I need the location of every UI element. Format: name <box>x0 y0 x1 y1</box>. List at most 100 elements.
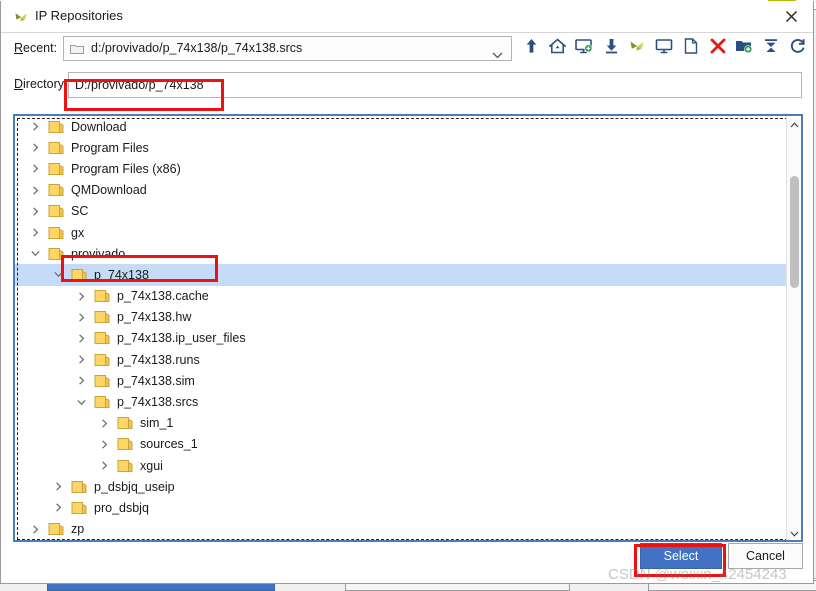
tree-vertical-scrollbar[interactable] <box>786 116 801 540</box>
chevron-right-icon[interactable] <box>29 120 42 133</box>
chevron-down-icon[interactable] <box>29 247 42 260</box>
folder-icon <box>71 501 88 515</box>
home-directory-button[interactable] <box>545 36 569 61</box>
parent-directory-button[interactable] <box>519 36 543 61</box>
current-directory-button[interactable] <box>572 36 596 61</box>
chevron-down-icon[interactable] <box>52 268 65 281</box>
folder-icon <box>117 416 134 430</box>
tree-item[interactable]: gx <box>15 222 787 243</box>
tree-item[interactable]: QMDownload <box>15 180 787 201</box>
new-folder-button[interactable] <box>732 36 756 61</box>
tree-item[interactable]: Program Files (x86) <box>15 158 787 179</box>
scrollbar-thumb[interactable] <box>790 176 799 288</box>
chevron-right-icon[interactable] <box>98 417 111 430</box>
tree-item[interactable]: p_74x138.cache <box>15 286 787 307</box>
recent-value: d:/provivado/p_74x138/p_74x138.srcs <box>91 41 303 55</box>
tree-item[interactable]: p_74x138.runs <box>15 349 787 370</box>
tree-item-label: Program Files (x86) <box>71 161 181 176</box>
tree-item-label: pro_dsbjq <box>94 500 149 515</box>
folder-icon <box>71 480 88 494</box>
chevron-right-icon[interactable] <box>29 162 42 175</box>
chevron-right-icon[interactable] <box>75 332 88 345</box>
folder-icon <box>48 522 65 536</box>
chevron-right-icon[interactable] <box>29 523 42 536</box>
chevron-right-icon[interactable] <box>52 480 65 493</box>
chevron-right-icon[interactable] <box>98 459 111 472</box>
directory-label: Directory: <box>14 77 68 91</box>
chevron-down-icon[interactable] <box>75 396 88 409</box>
tree-item[interactable]: sources_1 <box>15 434 787 455</box>
directory-input[interactable] <box>68 72 802 98</box>
recent-combobox[interactable]: d:/provivado/p_74x138/p_74x138.srcs <box>63 36 512 61</box>
tree-item[interactable]: zp <box>15 519 787 540</box>
tree-item-label: Program Files <box>71 140 149 155</box>
chevron-right-icon[interactable] <box>98 438 111 451</box>
chevron-down-icon[interactable] <box>492 46 503 64</box>
ip-repositories-dialog: IP Repositories Recent: d:/provivado/p_7… <box>0 1 814 584</box>
tree-item[interactable]: provivado <box>15 243 787 264</box>
chevron-right-icon[interactable] <box>75 311 88 324</box>
chevron-right-icon[interactable] <box>29 141 42 154</box>
folder-icon <box>48 204 65 218</box>
chevron-right-icon[interactable] <box>75 353 88 366</box>
dialog-title: IP Repositories <box>35 8 123 23</box>
new-file-button[interactable] <box>679 36 703 61</box>
chevron-up-icon <box>790 116 799 133</box>
directory-row: Directory: <box>1 67 815 103</box>
desktop-directory-button[interactable] <box>652 36 676 61</box>
folder-icon <box>71 268 88 282</box>
tree-item[interactable]: p_74x138.ip_user_files <box>15 328 787 349</box>
folder-icon <box>94 331 111 345</box>
refresh-icon <box>790 38 806 59</box>
tree-item[interactable]: p_74x138.srcs <box>15 391 787 412</box>
tree-item-label: sources_1 <box>140 437 198 452</box>
recent-label: Recent: <box>14 41 58 55</box>
vivado-logo-icon <box>628 38 646 59</box>
tree-item[interactable]: p_74x138.hw <box>15 307 787 328</box>
refresh-button[interactable] <box>786 36 810 61</box>
scroll-down-button[interactable] <box>787 525 801 540</box>
tree-item[interactable]: sim_1 <box>15 413 787 434</box>
chevron-right-icon[interactable] <box>29 184 42 197</box>
tree-item[interactable]: Download <box>15 116 787 137</box>
folder-icon <box>48 247 65 261</box>
tree-item[interactable]: Program Files <box>15 137 787 158</box>
delete-button[interactable] <box>706 36 730 61</box>
download-directory-button[interactable] <box>599 36 623 61</box>
collapse-icon <box>763 38 779 59</box>
tree-item[interactable]: xgui <box>15 455 787 476</box>
tree-item[interactable]: p_dsbjq_useip <box>15 476 787 497</box>
directory-tree[interactable]: Download Program Files Program Files (x86)… <box>15 116 787 540</box>
chevron-right-icon[interactable] <box>29 226 42 239</box>
tree-item[interactable]: p_74x138 <box>15 264 787 286</box>
tree-item-label: p_74x138.cache <box>117 289 209 304</box>
dialog-footer: Select Cancel <box>1 543 815 577</box>
tree-item[interactable]: pro_dsbjq <box>15 497 787 518</box>
download-icon <box>604 38 619 59</box>
monitor-icon <box>655 38 673 59</box>
red-x-icon <box>710 38 726 59</box>
chevron-right-icon[interactable] <box>75 290 88 303</box>
tree-item[interactable]: p_74x138.sim <box>15 370 787 391</box>
close-icon[interactable] <box>779 6 803 28</box>
tree-item-label: Download <box>71 119 127 134</box>
tree-item[interactable]: SC <box>15 201 787 222</box>
folder-icon <box>48 141 65 155</box>
chevron-right-icon[interactable] <box>52 501 65 514</box>
select-button[interactable]: Select <box>640 543 722 569</box>
folder-icon <box>48 120 65 134</box>
scroll-up-button[interactable] <box>787 116 801 131</box>
chevron-right-icon[interactable] <box>29 205 42 218</box>
cancel-button[interactable]: Cancel <box>728 543 803 569</box>
chevron-right-icon[interactable] <box>75 374 88 387</box>
tree-item-label: p_dsbjq_useip <box>94 479 175 494</box>
chevron-down-icon <box>790 524 799 541</box>
collapse-all-button[interactable] <box>759 36 783 61</box>
tree-item-label: SC <box>71 204 89 219</box>
tree-item-label: p_74x138.runs <box>117 352 200 367</box>
vivado-directory-button[interactable] <box>625 36 649 61</box>
arrow-up-icon <box>524 38 539 59</box>
tree-item-label: p_74x138.hw <box>117 310 192 325</box>
tree-item-label: provivado <box>71 246 126 261</box>
directory-toolbar <box>519 33 815 67</box>
